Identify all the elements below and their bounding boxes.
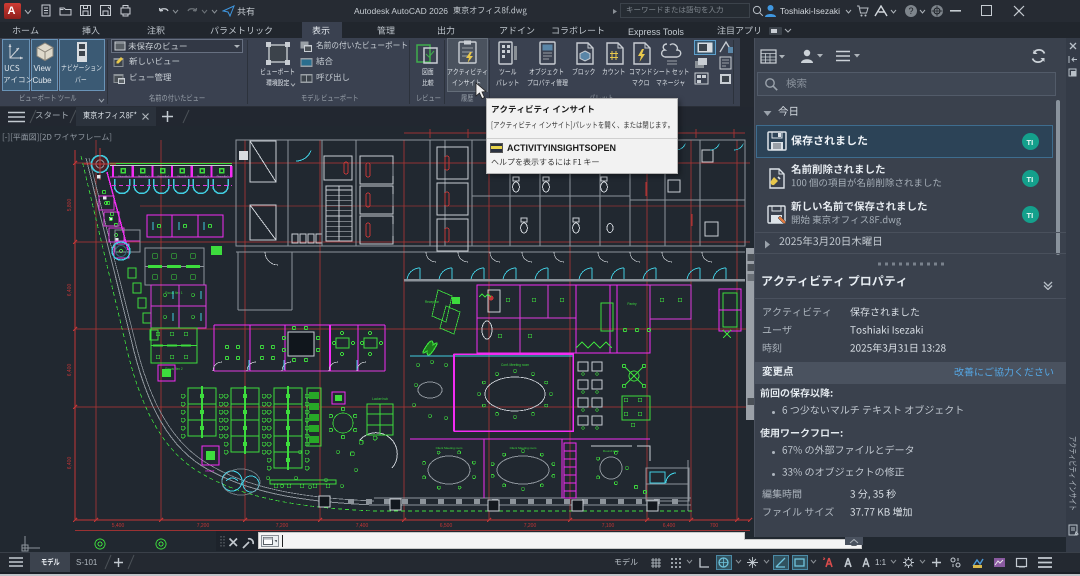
- svg-text:6,500: 6,500: [440, 523, 453, 529]
- svg-text:PhoneBo2: PhoneBo2: [177, 176, 189, 179]
- svg-text:PhoneBo2: PhoneBo2: [197, 176, 209, 179]
- svg-text:Round table: Round table: [603, 449, 620, 453]
- svg-text:7,200: 7,200: [524, 523, 537, 529]
- svg-text:?: ?: [908, 6, 913, 16]
- svg-text:6,400: 6,400: [67, 364, 73, 377]
- svg-text:Client Meeting room: Client Meeting room: [510, 446, 537, 450]
- svg-text:Locker hub: Locker hub: [372, 397, 388, 401]
- svg-text:5,800: 5,800: [67, 199, 73, 212]
- svg-text:6,400: 6,400: [67, 284, 73, 297]
- svg-text:7,200: 7,200: [276, 523, 289, 529]
- svg-text:5,400: 5,400: [112, 523, 125, 529]
- svg-text:7,400: 7,400: [356, 523, 369, 529]
- svg-text:Client Meeting room: Client Meeting room: [436, 446, 463, 450]
- svg-text:7,200: 7,200: [197, 523, 210, 529]
- svg-text:Focus flex 1: Focus flex 1: [165, 291, 182, 295]
- svg-text:6,400: 6,400: [663, 523, 676, 529]
- svg-text:7,100: 7,100: [602, 523, 615, 529]
- svg-text:Reception: Reception: [425, 300, 440, 304]
- svg-text:PhoneBo2: PhoneBo2: [158, 176, 170, 179]
- svg-text:Pantry: Pantry: [627, 302, 637, 306]
- svg-text:PhoneBo2: PhoneBo2: [217, 176, 229, 179]
- svg-text:PhoneBo2: PhoneBo2: [138, 176, 150, 179]
- svg-text:6,400: 6,400: [67, 457, 73, 470]
- svg-text:PRINT: PRINT: [206, 469, 215, 473]
- svg-text:700: 700: [710, 523, 719, 529]
- svg-text:PhoneBo2: PhoneBo2: [118, 176, 130, 179]
- svg-text:Conf. Meeting room: Conf. Meeting room: [501, 363, 529, 367]
